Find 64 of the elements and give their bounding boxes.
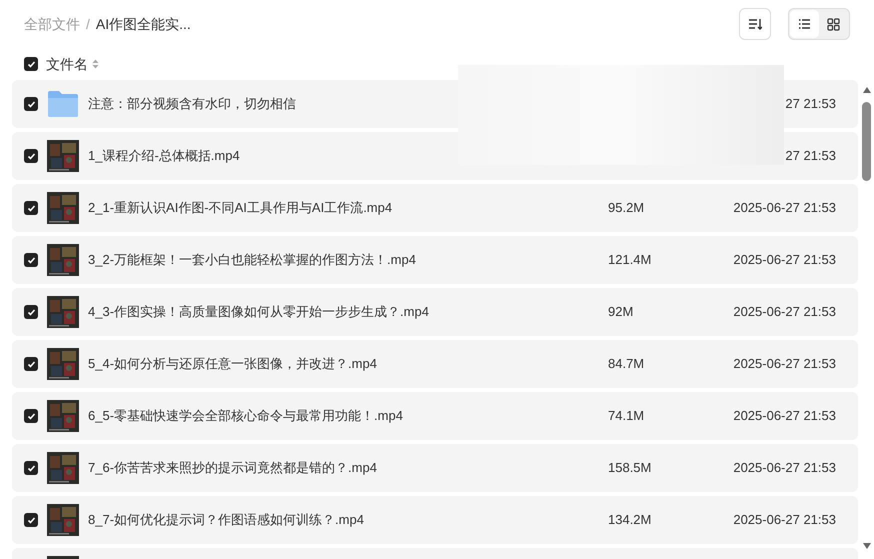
modified-date: 2025-06-27 21:53 [733,356,836,372]
check-icon [26,60,36,68]
file-size: 92M [608,304,634,320]
checkbox[interactable] [24,97,38,111]
scroll-up-icon[interactable] [862,86,872,94]
modified-date: 27 21:53 [785,148,836,164]
file-row[interactable]: 3_2-万能框架！一套小白也能轻松掌握的作图方法！.mp4 121.4M 2025-06-27 21:53 [12,236,858,284]
file-name[interactable]: 2_1-重新认识AI作图-不同AI工具作用与AI工作流.mp4 [88,200,392,216]
check-icon [26,308,36,316]
check-icon [26,516,36,524]
file-size: 95.2M [608,200,644,216]
file-row[interactable]: 6_5-零基础快速学会全部核心命令与最常用功能！.mp4 74.1M 2025-06-27 21:53 [12,392,858,440]
file-name[interactable]: 3_2-万能框架！一套小白也能轻松掌握的作图方法！.mp4 [88,252,416,268]
file-size: 74.1M [608,408,644,424]
file-size: 158.5M [608,460,652,476]
checkbox[interactable] [24,409,38,423]
folder-icon [47,90,79,118]
file-name[interactable]: 注意：部分视频含有水印，切勿相信 [88,96,296,112]
file-size: 134.2M [608,512,652,528]
file-name[interactable]: 7_6-你苦苦求来照抄的提示词竟然都是错的？.mp4 [88,460,377,476]
sort-button[interactable] [739,8,771,40]
modified-date: 2025-06-27 21:53 [733,408,836,424]
breadcrumb-separator: / [86,14,90,34]
checkbox[interactable] [24,513,38,527]
checkbox[interactable] [24,461,38,475]
scrollbar-thumb[interactable] [862,102,871,181]
list-icon [798,18,811,30]
list-view-button[interactable] [790,10,819,38]
file-size: 84.7M [608,356,644,372]
check-icon [26,152,36,160]
file-row[interactable]: 7_6-你苦苦求来照抄的提示词竟然都是错的？.mp4 158.5M 2025-06-27 21:53 [12,444,858,492]
check-icon [26,464,36,472]
modified-date: 27 21:53 [785,96,836,112]
file-name[interactable]: 4_3-作图实操！高质量图像如何从零开始一步步生成？.mp4 [88,304,429,320]
column-header[interactable]: 文件名 [46,54,88,74]
check-icon [26,100,36,108]
file-name[interactable]: 6_5-零基础快速学会全部核心命令与最常用功能！.mp4 [88,408,403,424]
file-row[interactable]: 5_4-如何分析与还原任意一张图像，并改进？.mp4 84.7M 2025-06-27 21:53 [12,340,858,388]
file-row[interactable]: 2_1-重新认识AI作图-不同AI工具作用与AI工作流.mp4 95.2M 2025-06-27 21:53 [12,184,858,232]
checkbox[interactable] [24,201,38,215]
checkbox[interactable] [24,57,38,71]
modified-date: 2025-06-27 21:53 [733,200,836,216]
check-icon [26,360,36,368]
checkbox[interactable] [24,305,38,319]
checkbox[interactable] [24,253,38,267]
breadcrumb-current: AI作图全能实... [96,14,191,34]
file-row[interactable]: 8_7-如何优化提示词？作图语感如何训练？.mp4 134.2M 2025-06-27 21:53 [12,496,858,544]
check-icon [26,412,36,420]
file-name[interactable]: 5_4-如何分析与还原任意一张图像，并改进？.mp4 [88,356,377,372]
check-icon [26,256,36,264]
modified-date: 2025-06-27 21:53 [733,460,836,476]
file-name[interactable]: 8_7-如何优化提示词？作图语感如何训练？.mp4 [88,512,364,528]
checkbox[interactable] [24,149,38,163]
modified-date: 2025-06-27 21:53 [733,512,836,528]
scroll-down-icon[interactable] [862,542,872,550]
file-size: 121.4M [608,252,652,268]
modified-date: 2025-06-27 21:53 [733,304,836,320]
modified-date: 2025-06-27 21:53 [733,252,836,268]
file-name[interactable]: 1_课程介绍-总体概括.mp4 [88,148,240,164]
checkbox[interactable] [24,357,38,371]
grid-icon [827,18,840,30]
sort-icon [748,17,762,31]
check-icon [26,204,36,212]
file-row[interactable]: 4_3-作图实操！高质量图像如何从零开始一步步生成？.mp4 92M 2025-06-27 21:53 [12,288,858,336]
